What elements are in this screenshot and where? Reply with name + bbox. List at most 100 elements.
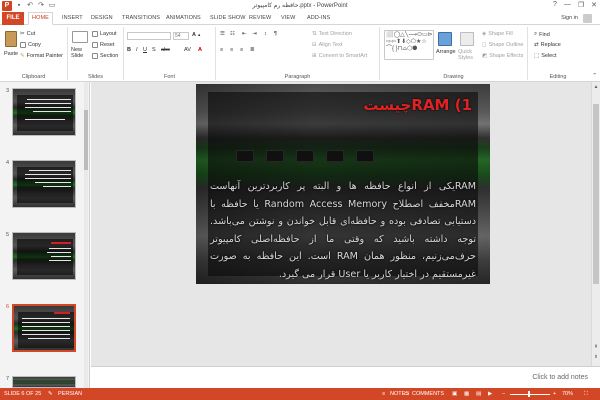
reset-button[interactable]: Reset	[92, 42, 114, 48]
arrange-icon[interactable]	[438, 32, 452, 46]
normal-view-icon[interactable]: ▣	[452, 391, 457, 397]
shape-fill-button[interactable]: ◈ Shape Fill	[482, 31, 513, 37]
tab-file[interactable]: FILE	[2, 12, 24, 25]
ribbon: Paste ✂ Cut Copy ✎ Format Painter Clipboar…	[0, 25, 600, 82]
shape-fill-icon: ◈	[482, 31, 487, 37]
tab-add-ins[interactable]: ADD-INS	[307, 12, 330, 25]
bullets-icon[interactable]: ☰	[220, 31, 225, 37]
align-left-icon[interactable]: ≡	[220, 47, 223, 53]
slides-pane-scroll-thumb[interactable]	[84, 110, 88, 170]
italic-icon[interactable]: I	[136, 47, 138, 53]
quick-styles-button[interactable]: Quick Styles	[458, 49, 480, 61]
shadow-icon[interactable]: S	[152, 47, 156, 53]
format-painter-button[interactable]: ✎ Format Painter	[20, 53, 63, 59]
select-icon: ⬚	[534, 53, 540, 59]
shape-effects-button[interactable]: ◩ Shape Effects	[482, 53, 523, 59]
tab-transitions[interactable]: TRANSITIONS	[122, 12, 160, 25]
line-spacing-icon[interactable]: ↕	[264, 31, 267, 37]
font-size-input[interactable]: 54	[173, 32, 189, 40]
window-controls: ? — ❐ ✕	[553, 1, 597, 9]
paste-icon[interactable]	[5, 31, 17, 47]
notes-placeholder[interactable]: Click to add notes	[532, 374, 588, 381]
tab-review[interactable]: REVIEW	[249, 12, 271, 25]
slide-sorter-icon[interactable]: ▦	[464, 391, 469, 397]
shapes-gallery[interactable]: ⬜◯△╲⟶⬭▭⊳ ⇨⇦⬆⬇◇⬠★☆ ⌒{ }⊓⌓⬡⯃	[384, 30, 434, 60]
rtl-icon[interactable]: ¶	[274, 31, 277, 37]
sign-in-link[interactable]: Sign in	[561, 12, 578, 25]
section-icon	[92, 53, 98, 59]
slideshow-view-icon[interactable]: ▶	[488, 391, 492, 397]
quick-styles-icon[interactable]	[460, 32, 474, 46]
align-right-icon[interactable]: ≡	[240, 47, 243, 53]
close-icon[interactable]: ✕	[591, 1, 597, 9]
font-color-icon[interactable]: A	[198, 47, 202, 53]
select-button[interactable]: ⬚ Select	[534, 53, 557, 59]
font-name-input[interactable]	[127, 32, 171, 40]
bold-icon[interactable]: B	[127, 47, 131, 53]
paste-button[interactable]: Paste	[4, 51, 18, 57]
slide-thumbnail-selected[interactable]	[12, 304, 76, 352]
slide-title[interactable]: 1) RAMچیست	[363, 96, 472, 114]
restore-icon[interactable]: ❐	[578, 1, 584, 9]
new-slide-icon[interactable]	[72, 31, 88, 43]
zoom-out-icon[interactable]: −	[502, 391, 505, 397]
font-group: 54 A ▴ B I U S abc AV A Font	[124, 27, 216, 80]
zoom-in-icon[interactable]: +	[553, 391, 556, 397]
cut-button[interactable]: ✂ Cut	[20, 31, 35, 37]
copy-button[interactable]: Copy	[20, 42, 41, 48]
tab-home[interactable]: HOME	[28, 12, 53, 25]
scroll-up-icon[interactable]: ▲	[592, 84, 600, 90]
justify-icon[interactable]: ≣	[250, 47, 255, 53]
scroll-thumb[interactable]	[593, 104, 599, 284]
notes-pane[interactable]: Click to add notes	[91, 366, 600, 388]
current-slide[interactable]: 1) RAMچیست RAMیکی از انواع حافظه ها و ال…	[196, 84, 490, 284]
reading-view-icon[interactable]: ▤	[476, 391, 481, 397]
slide-thumbnail[interactable]	[12, 376, 76, 388]
fit-to-window-icon[interactable]: ⛶	[584, 391, 588, 398]
text-direction-button[interactable]: ⇅ Text Direction	[312, 31, 352, 37]
help-icon[interactable]: ?	[553, 1, 557, 9]
tab-view[interactable]: VIEW	[281, 12, 295, 25]
strikethrough-icon[interactable]: abc	[161, 47, 170, 53]
tab-insert[interactable]: INSERT	[62, 12, 83, 25]
convert-smartart-button[interactable]: ⊞ Convert to SmartArt	[312, 53, 367, 59]
shape-outline-button[interactable]: ◻ Shape Outline	[482, 42, 523, 48]
clipboard-group-label: Clipboard	[21, 74, 46, 80]
slide-thumbnail[interactable]	[12, 88, 76, 136]
new-slide-button[interactable]: New Slide	[71, 47, 91, 59]
collapse-ribbon-icon[interactable]: ⌃	[592, 73, 597, 79]
language-indicator[interactable]: PERSIAN	[58, 391, 82, 397]
slide-thumbnail[interactable]	[12, 232, 76, 280]
zoom-slider-knob[interactable]	[528, 391, 530, 397]
grow-font-icon[interactable]: A ▴	[192, 32, 200, 38]
zoom-level[interactable]: 70%	[562, 391, 573, 397]
next-slide-icon[interactable]: ⇟	[592, 354, 600, 360]
user-avatar-icon[interactable]	[583, 14, 592, 23]
underline-icon[interactable]: U	[143, 47, 147, 53]
tab-slide-show[interactable]: SLIDE SHOW	[210, 12, 246, 25]
find-button[interactable]: ⌕ Find	[534, 31, 550, 38]
align-center-icon[interactable]: ≡	[230, 47, 233, 53]
tab-design[interactable]: DESIGN	[91, 12, 113, 25]
vertical-scrollbar[interactable]: ▲ ⇞ ⇟	[591, 82, 600, 366]
layout-button[interactable]: Layout	[92, 31, 117, 37]
tab-animations[interactable]: ANIMATIONS	[166, 12, 201, 25]
numbering-icon[interactable]: ☷	[230, 31, 235, 37]
notes-icon[interactable]: ≡	[382, 391, 385, 397]
spellcheck-icon[interactable]: ✎	[48, 391, 53, 397]
comments-toggle[interactable]: COMMENTS	[412, 391, 444, 397]
minimize-icon[interactable]: —	[564, 1, 571, 9]
zoom-slider[interactable]	[510, 393, 550, 395]
prev-slide-icon[interactable]: ⇞	[592, 344, 600, 350]
align-text-button[interactable]: ⊟ Align Text	[312, 42, 342, 48]
section-button[interactable]: Section	[92, 53, 118, 59]
char-spacing-icon[interactable]: AV	[184, 47, 191, 53]
increase-indent-icon[interactable]: ⇥	[252, 31, 257, 37]
comments-icon[interactable]: ▭	[404, 391, 409, 397]
replace-button[interactable]: ⇄ Replace	[534, 42, 561, 48]
slide-body-text[interactable]: RAMیکی از انواع حافظه ها و البته پر کارب…	[210, 178, 476, 284]
drawing-group-label: Drawing	[443, 74, 464, 80]
decrease-indent-icon[interactable]: ⇤	[242, 31, 247, 37]
slide-thumbnail[interactable]	[12, 160, 76, 208]
arrange-button[interactable]: Arrange	[436, 49, 456, 55]
